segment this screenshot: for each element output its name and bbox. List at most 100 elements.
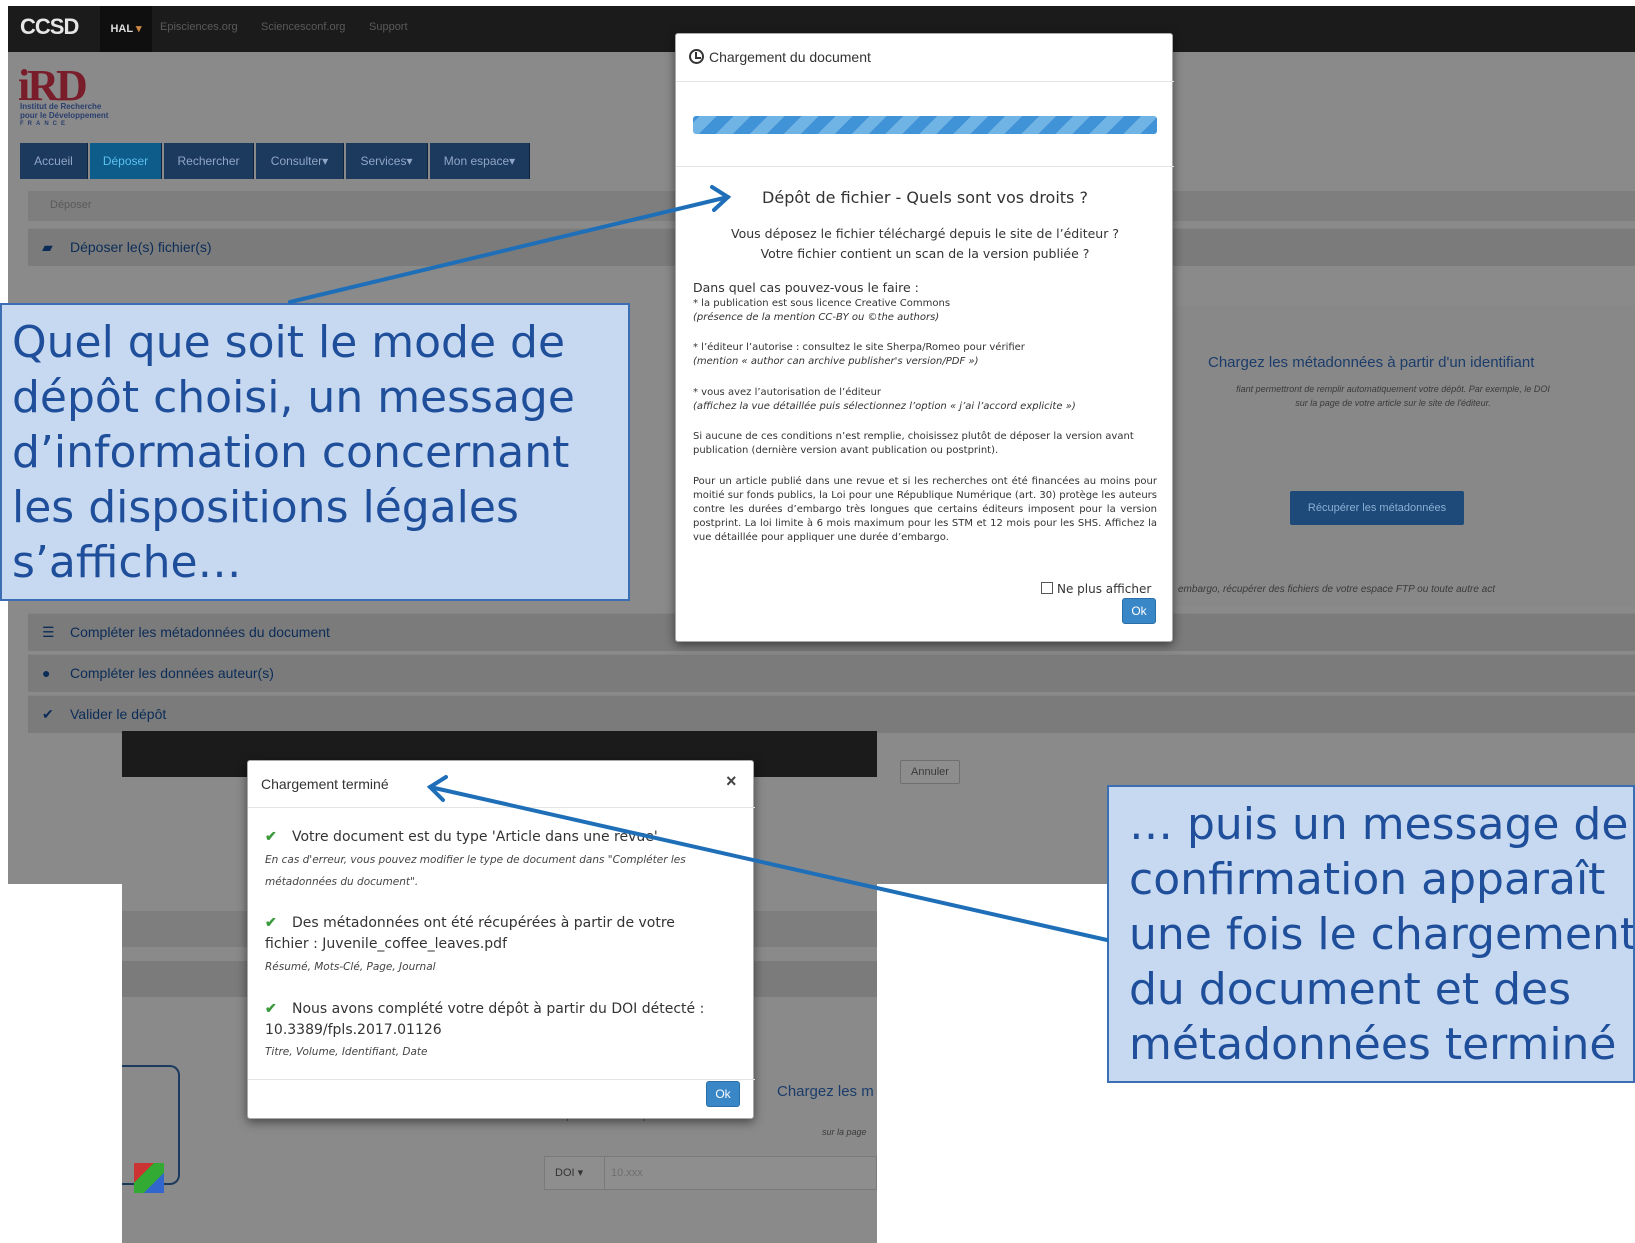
check-icon: ✔ xyxy=(265,828,277,844)
doi-input-group: DOI ▾ 10.xxx xyxy=(544,1156,877,1190)
doi-fields-note: Titre, Volume, Identifiant, Date xyxy=(265,1046,428,1058)
link-episciences[interactable]: Episciences.org xyxy=(160,21,238,33)
nav-mon-espace[interactable]: Mon espace▾ xyxy=(430,143,530,179)
caret-down-icon: ▾ xyxy=(577,1167,584,1179)
check-icon: ✔ xyxy=(265,914,277,930)
callout-left-line: dépôt choisi, un message xyxy=(12,372,575,423)
nav-deposer[interactable]: Déposer xyxy=(90,143,162,179)
file-type-icon xyxy=(134,1163,164,1193)
metadata-desc-line1: fiant permettront de remplir automatique… xyxy=(1236,384,1550,394)
metadata-message-2: fichier : Juvenile_coffee_leaves.pdf xyxy=(265,936,507,952)
clock-icon xyxy=(689,49,704,64)
ird-logo[interactable]: iRD Institut de Recherche pour le Dévelo… xyxy=(18,60,128,140)
dont-show-again-checkbox[interactable] xyxy=(1041,582,1053,594)
ccsd-logo[interactable]: CCSD xyxy=(20,14,79,40)
loading-modal: Chargement du document Dépôt de fichier … xyxy=(675,33,1174,642)
ird-logo-line3: FRANCE xyxy=(20,121,69,127)
panel-complete-metadata-label: Compléter les métadonnées du document xyxy=(70,624,330,640)
lower-metadata-title: Chargez les m xyxy=(777,1083,874,1100)
divider xyxy=(248,1079,755,1080)
rights-heading: Dépôt de fichier - Quels sont vos droits… xyxy=(762,188,1088,207)
upload-complete-header: Chargement terminé × xyxy=(248,761,755,808)
upload-complete-modal: Chargement terminé × ✔ Votre document es… xyxy=(247,760,755,1119)
link-sciencesconf[interactable]: Sciencesconf.org xyxy=(261,21,345,33)
condition-1: * la publication est sous licence Creati… xyxy=(693,298,951,309)
callout-left-line: Quel que soit le mode de xyxy=(12,317,566,368)
doi-message-1: Nous avons complété votre dépôt à partir… xyxy=(292,1001,705,1017)
metadata-message-1: Des métadonnées ont été récupérées à par… xyxy=(292,915,675,931)
callout-right-line: confirmation apparaît xyxy=(1129,854,1606,905)
metadata-description: fiant permettront de remplir automatique… xyxy=(1158,382,1628,410)
cancel-button[interactable]: Annuler xyxy=(900,760,960,784)
close-icon[interactable]: × xyxy=(726,771,737,792)
progress-bar xyxy=(693,116,1157,134)
callout-left-line: les dispositions légales xyxy=(12,482,519,533)
link-support[interactable]: Support xyxy=(369,21,408,33)
nav-consulter[interactable]: Consulter▾ xyxy=(256,143,344,179)
panel-validate[interactable]: ✔ Valider le dépôt xyxy=(28,695,1635,733)
rights-question-1: Vous déposez le fichier téléchargé depui… xyxy=(731,226,1119,241)
nav-services-label: Services xyxy=(360,154,407,168)
hal-label: HAL xyxy=(110,23,133,35)
callout-left-line: d’information concernant xyxy=(12,427,570,478)
callout-right-line: du document et des xyxy=(1129,964,1572,1015)
condition-1-note: (présence de la mention CC-BY ou ©the au… xyxy=(693,312,940,323)
condition-3: * vous avez l’autorisation de l’éditeur xyxy=(693,387,882,398)
ok-button[interactable]: Ok xyxy=(1122,598,1156,624)
embargo-text: embargo, récupérer des fichiers de votre… xyxy=(1178,584,1496,595)
upload-complete-title: Chargement terminé xyxy=(261,776,389,792)
doc-type-note-2: métadonnées du document". xyxy=(265,876,419,888)
doi-select-label: DOI xyxy=(555,1167,575,1179)
nav-mon-espace-label: Mon espace xyxy=(443,154,510,168)
doi-input[interactable]: 10.xxx xyxy=(611,1157,643,1189)
metadata-fields-note: Résumé, Mots-Clé, Page, Journal xyxy=(265,961,436,973)
caret-down-icon: ▾ xyxy=(135,23,142,35)
hal-menu[interactable]: HAL ▾ xyxy=(100,6,152,52)
doc-type-message: Votre document est du type 'Article dans… xyxy=(292,829,663,845)
condition-2-note: (mention « author can archive publisher'… xyxy=(693,356,979,367)
nav-services[interactable]: Services▾ xyxy=(346,143,428,179)
nav-accueil[interactable]: Accueil xyxy=(20,143,88,179)
panel-deposit-files-label: Déposer le(s) fichier(s) xyxy=(70,239,212,255)
callout-right: … puis un message de confirmation appara… xyxy=(1107,785,1635,1083)
nav-rechercher[interactable]: Rechercher xyxy=(164,143,254,179)
folder-open-icon: ▰ xyxy=(42,239,53,255)
loading-modal-title: Chargement du document xyxy=(709,49,871,65)
lower-metadata-desc-2: sur la page xyxy=(822,1127,867,1137)
breadcrumb-item[interactable]: Déposer xyxy=(50,199,92,211)
fetch-metadata-button[interactable]: Récupérer les métadonnées xyxy=(1290,491,1464,525)
panel-complete-authors-label: Compléter les données auteur(s) xyxy=(70,665,274,681)
doi-value: 10.3389/fpls.2017.01126 xyxy=(265,1022,442,1038)
metadata-panel: Chargez les métadonnées à partir d'un id… xyxy=(1158,306,1635,606)
caret-down-icon: ▾ xyxy=(406,154,413,168)
caret-down-icon: ▾ xyxy=(322,154,329,168)
panel-validate-label: Valider le dépôt xyxy=(70,706,167,722)
callout-right-line: … puis un message de xyxy=(1129,799,1629,850)
callout-left-line: s’affiche… xyxy=(12,537,242,588)
callout-right-line: une fois le chargement xyxy=(1129,909,1635,960)
condition-2: * l’éditeur l’autorise : consultez le si… xyxy=(693,342,1025,353)
fallback-paragraph: Si aucune de ces conditions n’est rempli… xyxy=(693,431,1134,456)
nav-consulter-label: Consulter xyxy=(270,154,323,168)
ird-logo-line2: pour le Développement xyxy=(20,111,109,120)
metadata-title: Chargez les métadonnées à partir d'un id… xyxy=(1208,354,1535,371)
check-icon: ✔ xyxy=(42,706,54,722)
callout-left: Quel que soit le mode de dépôt choisi, u… xyxy=(0,303,630,601)
doi-type-select[interactable]: DOI ▾ xyxy=(545,1157,605,1189)
law-paragraph: Pour un article publié dans une revue et… xyxy=(693,476,1157,543)
panel-complete-authors[interactable]: ● Compléter les données auteur(s) xyxy=(28,654,1635,692)
conditions-intro: Dans quel cas pouvez-vous le faire : xyxy=(693,280,919,295)
divider xyxy=(676,166,1174,167)
ird-logo-line1: Institut de Recherche xyxy=(20,102,102,111)
dont-show-again-label[interactable]: Ne plus afficher xyxy=(1057,582,1151,596)
caret-down-icon: ▾ xyxy=(509,154,516,168)
loading-modal-header: Chargement du document xyxy=(676,34,1174,82)
list-icon: ☰ xyxy=(42,624,55,640)
doc-type-note-1: En cas d'erreur, vous pouvez modifier le… xyxy=(265,854,686,866)
metadata-desc-line2: sur la page de votre article sur le site… xyxy=(1295,398,1491,408)
condition-3-note: (affichez la vue détaillée puis sélectio… xyxy=(693,401,1076,412)
rights-question-2: Votre fichier contient un scan de la ver… xyxy=(760,246,1090,261)
ok-button[interactable]: Ok xyxy=(706,1081,740,1107)
callout-right-line: métadonnées terminé xyxy=(1129,1019,1617,1070)
user-icon: ● xyxy=(42,665,51,681)
